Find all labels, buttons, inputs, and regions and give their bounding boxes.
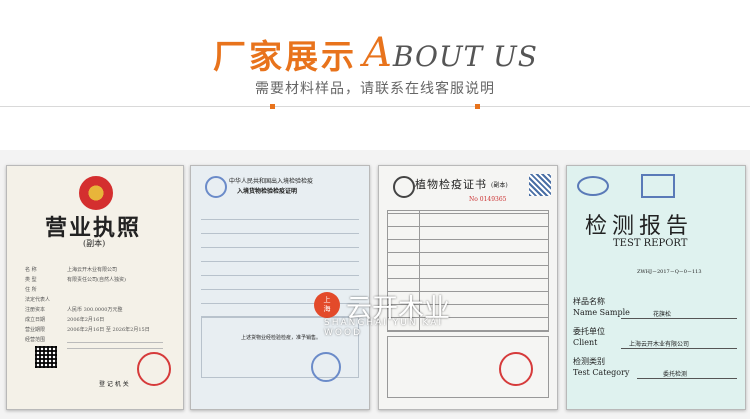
inspection-row [201,262,359,276]
divider [0,104,750,110]
license-footer: 登 记 机 关 [99,381,129,388]
report-label-client-cn: 委托单位 [573,327,605,336]
test-report-card[interactable]: 检测报告 TEST REPORT ZWHJ－2017－Q－0－113 样品名称 … [566,165,746,410]
divider-dot-right [475,104,480,109]
qr-code-icon [35,346,57,368]
report-sub: TEST REPORT [613,238,688,249]
license-value-name: 上海云开木业有限公司 [67,267,118,273]
divider-dot-left [270,104,275,109]
inspection-certificate-card[interactable]: 中华人民共和国出入境检验检疫 入境货物检验检疫证明 上述货物业经检验检疫，准予销… [190,165,370,410]
report-line-client [621,348,737,349]
license-value-term: 2006年2月16日 至 2026年2月15日 [67,327,150,333]
quarantine-stamp-icon [499,352,533,386]
page-header: 厂家展示 ABOUT US 需要材料样品，请联系在线客服说明 [0,0,750,160]
cma-logo-icon [577,176,609,196]
report-label-category-cn: 检测类别 [573,357,605,366]
ciq-logo-icon [205,176,227,198]
title-english-rest-a: BOUT [392,40,494,73]
quarantine-qr-icon [529,174,551,196]
red-stamp-icon [137,352,171,386]
subtitle: 需要材料样品，请联系在线客服说明 [255,81,495,97]
report-value-sample: 花旗松 [653,311,672,318]
license-sub: (副本) [83,239,106,248]
business-license-card[interactable]: 营业执照 (副本) 名 称 上海云开木业有限公司 类 型 有限责任公司(自然人独… [6,165,184,410]
watermark-badge: 上海 [314,292,340,318]
license-value-capital: 人民币 300.0000万元整 [67,307,123,313]
inspection-row [201,206,359,220]
report-label-sample-en: Name Sample [573,308,630,317]
quarantine-emblem-icon [393,176,415,198]
license-field-capital: 注册资本 [25,307,46,313]
report-label-client-en: Client [573,338,598,347]
license-field-term: 营业期限 [25,327,46,333]
report-line-category [637,378,737,379]
license-field-address: 住 所 [25,287,37,293]
report-code: ZWHJ－2017－Q－0－113 [637,269,702,275]
license-value-type: 有限责任公司(自然人独资) [67,277,126,283]
cnas-logo-icon [641,174,675,198]
license-field-date: 成立日期 [25,317,46,323]
report-label-sample-cn: 样品名称 [573,297,605,306]
title-chinese: 厂家展示 [213,37,357,76]
inspection-footer: 上述货物业经检验检疫，准予销售。 [241,335,322,341]
license-field-type: 类 型 [25,277,37,283]
title-english-rest-b: US [493,40,538,73]
license-value-date: 2006年2月16日 [67,317,105,323]
license-field-scope: 经营范围 [25,337,46,343]
national-emblem-icon [79,176,113,210]
inspection-header-1: 中华人民共和国出入境检验检疫 [229,178,314,185]
watermark-badge-line-1: 上 [323,296,331,304]
divider-line [0,106,750,107]
report-label-category-en: Test Category [573,368,630,377]
inspection-row [201,276,359,290]
quarantine-sub: (副本) [491,182,508,189]
watermark-sub: SHANGHAI YUN KAI WOOD [324,318,444,338]
inspection-row [201,220,359,234]
license-field-rep: 法定代表人 [25,297,51,303]
inspection-row [201,248,359,262]
license-field-name: 名 称 [25,267,37,273]
watermark-badge-line-2: 海 [323,305,331,313]
license-scope-line-2 [67,348,163,349]
inspection-header-2: 入境货物检验检疫证明 [237,188,298,195]
inspection-stamp-icon [311,352,341,382]
report-value-client: 上海云开木业有限公司 [629,341,690,348]
report-value-category: 委托检测 [663,371,688,378]
title-english-cap: A [363,30,393,76]
report-line-sample [621,318,737,319]
brand-watermark: 上海 云开木业 SHANGHAI YUN KAI WOOD [314,292,474,338]
quarantine-title: 植物检疫证书 [415,178,487,191]
report-title: 检测报告 [585,214,694,239]
inspection-row [201,234,359,248]
title-english: ABOUT US [363,30,538,76]
quarantine-number: No 0149365 [469,196,507,203]
license-scope-line-1 [67,342,163,343]
